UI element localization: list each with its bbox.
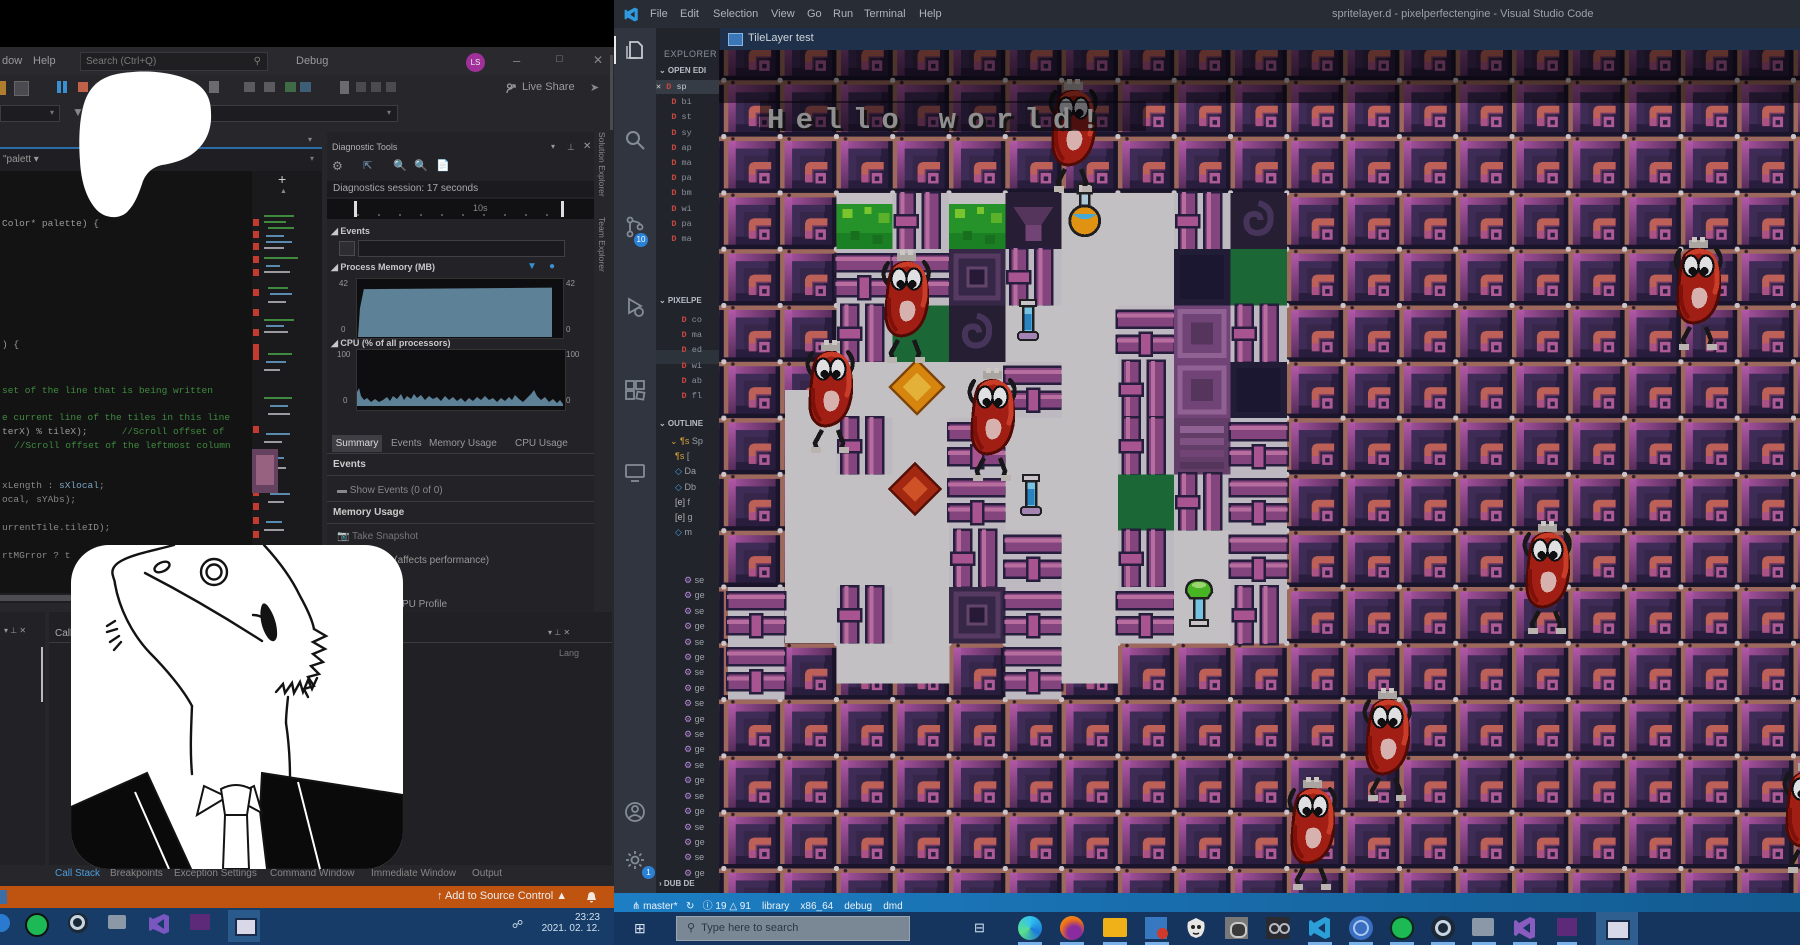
svg-text:Hello world!: Hello world! xyxy=(767,104,1110,137)
